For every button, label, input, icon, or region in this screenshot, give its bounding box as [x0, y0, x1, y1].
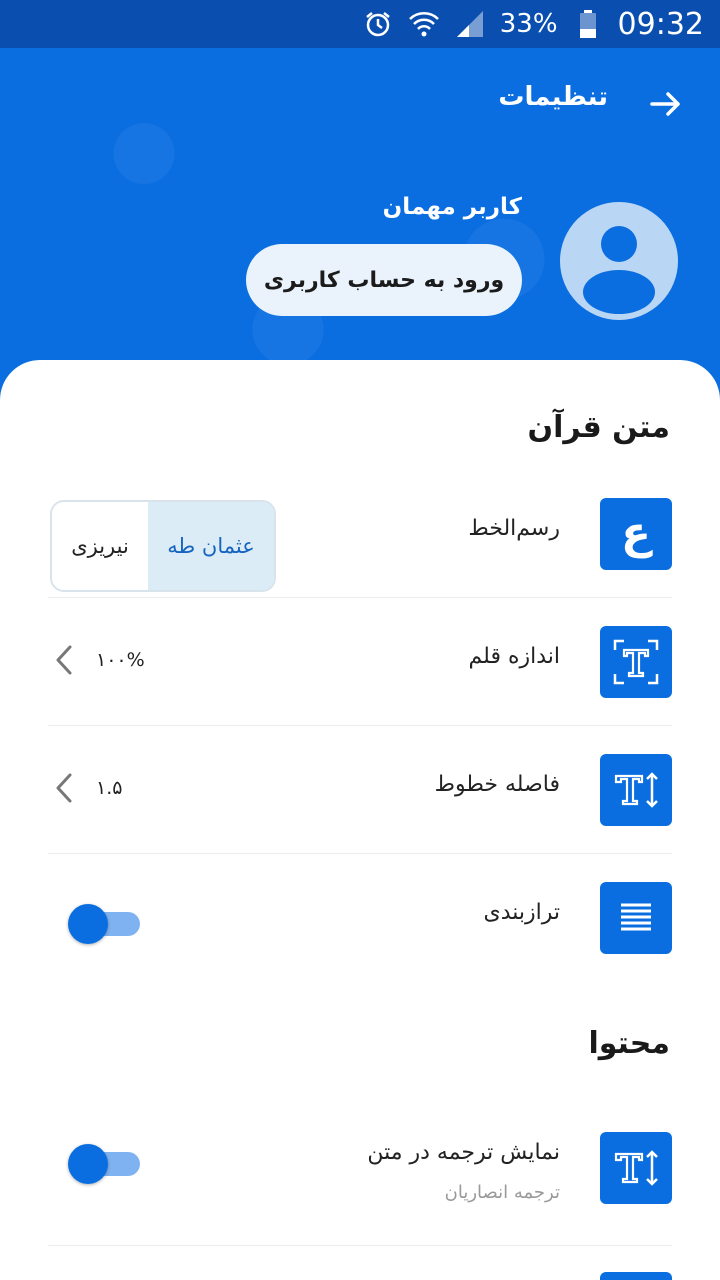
- setting-label-script: رسم‌الخط: [468, 516, 560, 541]
- setting-row-show-translation: نمایش ترجمه در متن ترجمه انصاریان: [48, 1104, 672, 1246]
- profile-header: تنظیمات کاربر مهمان ورود به حساب کاربری: [0, 48, 720, 400]
- script-option-uthman-taha[interactable]: عثمان طه: [148, 502, 274, 590]
- setting-row-justify: ترازبندی: [48, 854, 672, 982]
- battery-percent: 33%: [499, 9, 558, 39]
- justify-toggle[interactable]: [68, 902, 144, 944]
- section-title-quran-text: متن قرآن: [527, 410, 670, 445]
- line-spacing-icon: [600, 754, 672, 826]
- chevron-left-icon: [56, 645, 72, 675]
- setting-label-line-spacing: فاصله خطوط: [434, 772, 560, 797]
- user-avatar-icon: [583, 226, 655, 314]
- page-title: تنظیمات: [498, 82, 608, 112]
- back-button[interactable]: [646, 84, 686, 124]
- script-icon-glyph: ع: [620, 508, 652, 559]
- chevron-left-icon: [56, 773, 72, 803]
- setting-row-script: ع رسم‌الخط نیریزی عثمان طه: [48, 470, 672, 598]
- setting-sublabel-translation: ترجمه انصاریان: [444, 1182, 560, 1203]
- justify-icon: [600, 882, 672, 954]
- settings-sheet: متن قرآن ع رسم‌الخط نیریزی عثمان طه اندا…: [0, 360, 720, 1280]
- alarm-icon: [362, 8, 394, 40]
- font-size-icon: [600, 626, 672, 698]
- status-bar: 33% 09:32: [0, 0, 720, 48]
- font-size-value[interactable]: ۱۰۰%: [54, 644, 145, 676]
- toggle-thumb: [68, 1144, 108, 1184]
- arrow-right-icon: [650, 92, 680, 116]
- clock-time: 09:32: [617, 6, 704, 42]
- show-translation-toggle[interactable]: [68, 1142, 144, 1184]
- script-option-neyrizi[interactable]: نیریزی: [52, 502, 148, 590]
- setting-label-font-size: اندازه قلم: [468, 644, 560, 669]
- login-button[interactable]: ورود به حساب کاربری: [246, 244, 522, 316]
- wifi-icon: [408, 8, 440, 40]
- section-title-content: محتوا: [588, 1026, 670, 1061]
- translation-icon: [600, 1132, 672, 1204]
- script-selector: نیریزی عثمان طه: [50, 500, 276, 592]
- line-spacing-value[interactable]: ۱.۵: [54, 772, 122, 804]
- line-spacing-value-text: ۱.۵: [96, 777, 123, 799]
- signal-icon: [454, 8, 486, 40]
- setting-label-justify: ترازبندی: [483, 900, 560, 925]
- script-icon: ع: [600, 498, 672, 570]
- divider: [48, 1245, 672, 1246]
- setting-label-show-translation: نمایش ترجمه در متن: [367, 1140, 560, 1165]
- toggle-thumb: [68, 904, 108, 944]
- battery-icon: [572, 8, 604, 40]
- next-row-icon-partial: [600, 1272, 672, 1280]
- avatar[interactable]: [560, 202, 678, 320]
- user-name: کاربر مهمان: [382, 194, 522, 220]
- setting-row-line-spacing[interactable]: فاصله خطوط ۱.۵: [48, 726, 672, 854]
- font-size-value-text: ۱۰۰%: [96, 649, 145, 671]
- setting-row-font-size[interactable]: اندازه قلم ۱۰۰%: [48, 598, 672, 726]
